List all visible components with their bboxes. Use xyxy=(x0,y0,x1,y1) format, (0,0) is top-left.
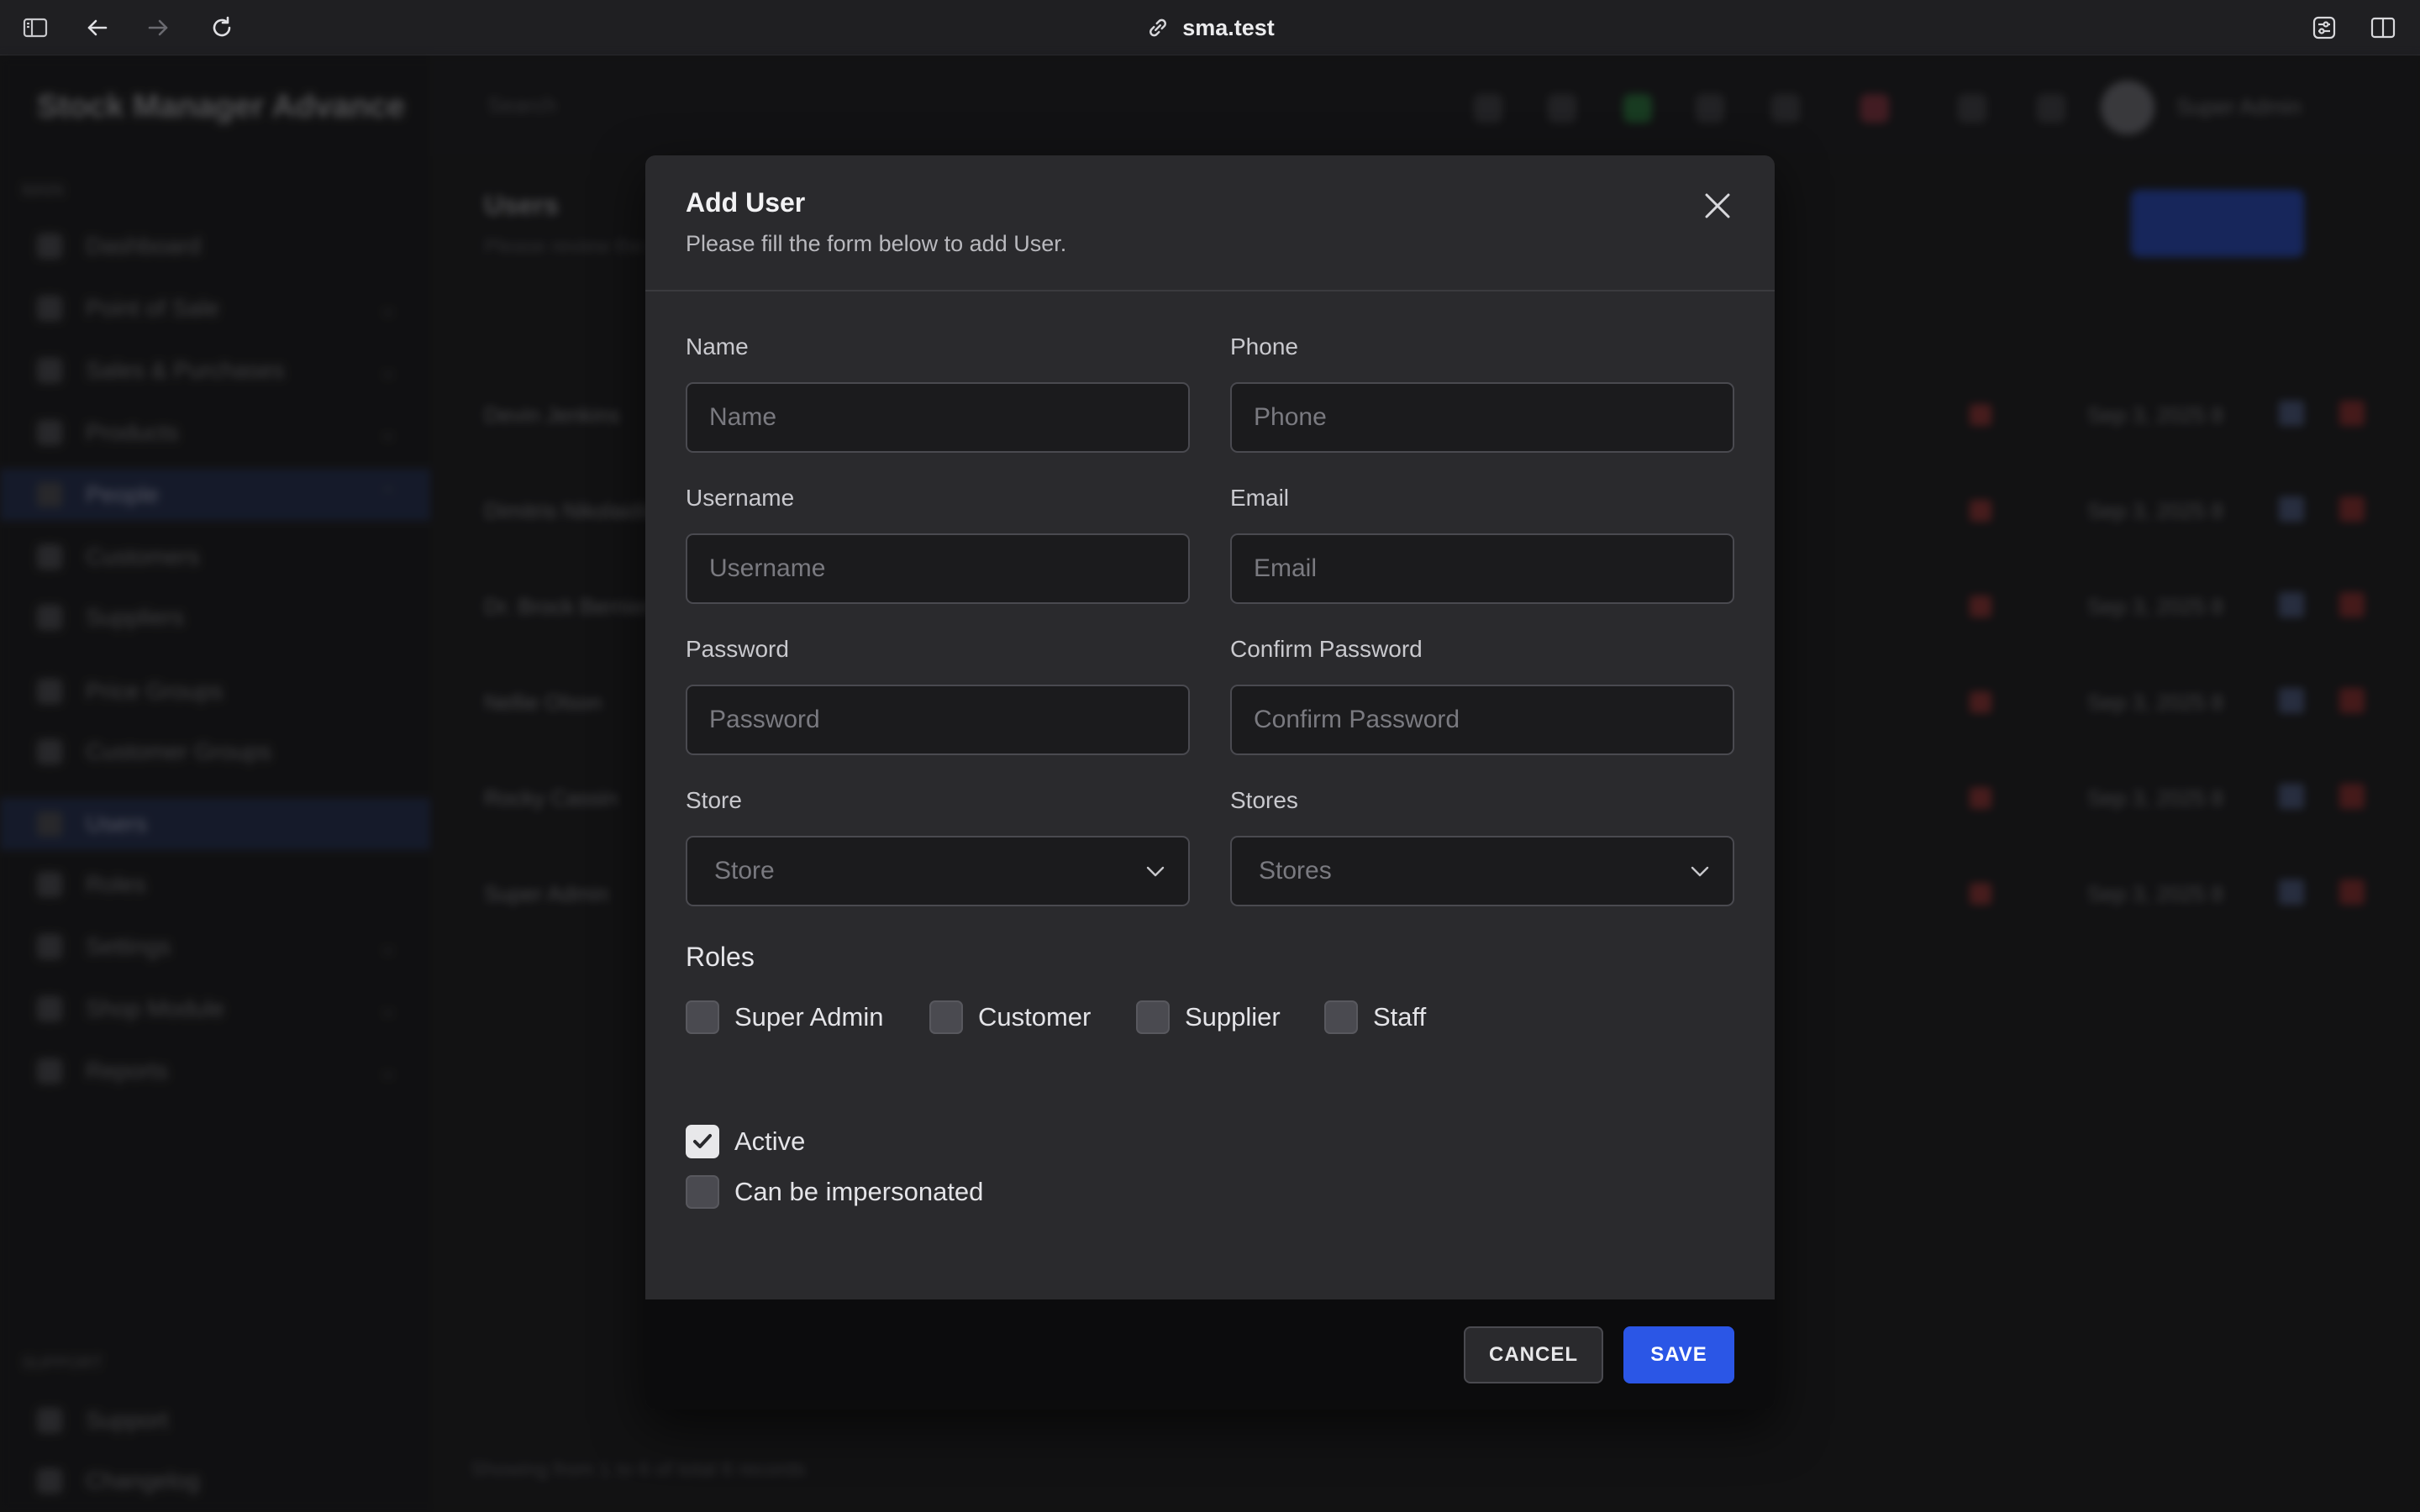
email-field: Email xyxy=(1230,485,1734,604)
confirm-password-field: Confirm Password xyxy=(1230,636,1734,755)
link-icon xyxy=(1150,18,1167,37)
checkbox[interactable] xyxy=(1136,1000,1170,1034)
stores-label: Stores xyxy=(1230,787,1298,813)
password-label: Password xyxy=(686,636,789,662)
store-label: Store xyxy=(686,787,742,813)
role-checkbox-super-admin[interactable]: Super Admin xyxy=(686,1000,884,1034)
modal-footer: CANCEL SAVE xyxy=(645,1299,1775,1410)
name-field: Name xyxy=(686,333,1190,453)
email-label: Email xyxy=(1230,485,1290,511)
store-field: Store Store xyxy=(686,787,1190,906)
password-field: Password xyxy=(686,636,1190,755)
checkbox[interactable] xyxy=(686,1175,719,1209)
browser-toolbar: sma.test xyxy=(0,0,2420,55)
split-view-icon[interactable] xyxy=(2368,13,2398,43)
can-be-impersonated-checkbox[interactable]: Can be impersonated xyxy=(686,1175,983,1209)
chevron-down-icon xyxy=(1146,866,1165,877)
close-button[interactable] xyxy=(1699,187,1736,224)
username-field: Username xyxy=(686,485,1190,604)
checkbox-checked[interactable] xyxy=(686,1125,719,1158)
checkbox[interactable] xyxy=(686,1000,719,1034)
role-checkbox-staff[interactable]: Staff xyxy=(1324,1000,1426,1034)
confirm-password-label: Confirm Password xyxy=(1230,636,1423,662)
stores-select-placeholder: Stores xyxy=(1259,857,1332,885)
store-select[interactable]: Store xyxy=(686,836,1190,906)
modal-subtitle: Please fill the form below to add User. xyxy=(686,231,1067,256)
address-bar-url[interactable]: sma.test xyxy=(1182,15,1275,41)
confirm-password-input[interactable] xyxy=(1230,685,1734,755)
stores-select[interactable]: Stores xyxy=(1230,836,1734,906)
roles-heading: Roles xyxy=(686,942,755,972)
password-input[interactable] xyxy=(686,685,1190,755)
forward-arrow-icon[interactable] xyxy=(143,13,173,43)
close-icon xyxy=(1705,193,1730,218)
checkbox[interactable] xyxy=(1324,1000,1358,1034)
add-user-modal: Add User Please fill the form below to a… xyxy=(645,155,1775,1410)
save-button[interactable]: SAVE xyxy=(1623,1326,1734,1383)
role-checkbox-customer[interactable]: Customer xyxy=(929,1000,1091,1034)
reload-icon[interactable] xyxy=(207,13,237,43)
phone-field: Phone xyxy=(1230,333,1734,453)
chevron-down-icon xyxy=(1691,866,1709,877)
cancel-button[interactable]: CANCEL xyxy=(1464,1326,1603,1383)
checkmark-icon xyxy=(693,1134,712,1148)
sidebar-toggle-icon[interactable] xyxy=(20,13,50,43)
extensions-icon[interactable] xyxy=(2309,13,2339,43)
back-arrow-icon[interactable] xyxy=(82,13,113,43)
active-checkbox[interactable]: Active xyxy=(686,1125,805,1158)
checkbox[interactable] xyxy=(929,1000,963,1034)
stores-field: Stores Stores xyxy=(1230,787,1734,906)
name-input[interactable] xyxy=(686,382,1190,453)
email-input[interactable] xyxy=(1230,533,1734,604)
modal-title: Add User xyxy=(686,187,806,218)
phone-input[interactable] xyxy=(1230,382,1734,453)
store-select-placeholder: Store xyxy=(714,857,775,885)
phone-label: Phone xyxy=(1230,333,1298,360)
name-label: Name xyxy=(686,333,749,360)
modal-header: Add User Please fill the form below to a… xyxy=(645,155,1775,291)
username-input[interactable] xyxy=(686,533,1190,604)
role-checkbox-supplier[interactable]: Supplier xyxy=(1136,1000,1281,1034)
username-label: Username xyxy=(686,485,795,511)
